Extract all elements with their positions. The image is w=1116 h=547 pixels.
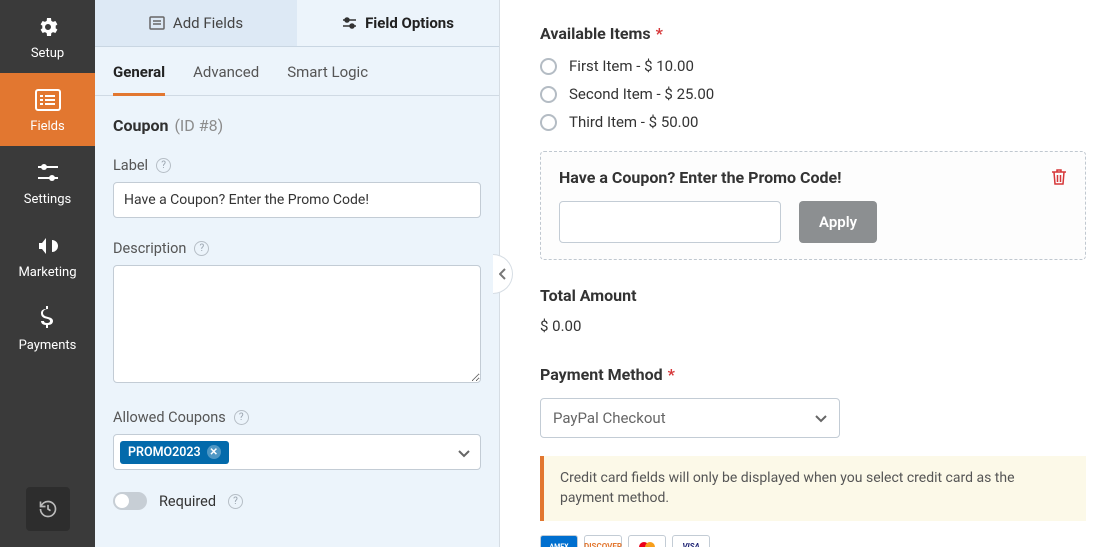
- form-icon: [149, 16, 165, 30]
- bullhorn-icon: [35, 233, 61, 259]
- subtab-smart-logic[interactable]: Smart Logic: [287, 63, 368, 95]
- amex-card-icon: AMEX: [540, 535, 578, 547]
- tab-add-fields[interactable]: Add Fields: [95, 0, 297, 46]
- required-label: Required: [159, 493, 216, 510]
- section-title: Coupon (ID #8): [113, 116, 481, 135]
- discover-card-icon: DISCOVER: [584, 535, 622, 547]
- section-name: Coupon: [113, 116, 168, 135]
- panel-tabs: Add Fields Field Options: [95, 0, 499, 47]
- nav-label: Fields: [30, 119, 64, 134]
- label-input[interactable]: [113, 182, 481, 218]
- help-icon[interactable]: ?: [234, 410, 249, 425]
- item-option[interactable]: Second Item - $ 25.00: [540, 85, 1086, 103]
- nav-payments[interactable]: Payments: [0, 292, 95, 365]
- field-label-row: Description ?: [113, 240, 481, 257]
- visa-card-icon: VISA: [672, 535, 710, 547]
- help-icon[interactable]: ?: [156, 158, 171, 173]
- item-option[interactable]: Third Item - $ 50.00: [540, 113, 1086, 131]
- subtab-advanced[interactable]: Advanced: [193, 63, 259, 95]
- nav-marketing[interactable]: Marketing: [0, 219, 95, 292]
- field-label-row: Label ?: [113, 157, 481, 174]
- available-items-label: Available Items *: [540, 24, 1086, 43]
- tab-label: Field Options: [365, 14, 454, 32]
- required-toggle[interactable]: [113, 492, 147, 510]
- description-group: Description ?: [113, 240, 481, 387]
- dollar-icon: [35, 306, 61, 332]
- allowed-coupons-text: Allowed Coupons: [113, 409, 226, 426]
- chevron-down-icon: [815, 409, 827, 427]
- allowed-coupons-group: Allowed Coupons ? PROMO2023 ✕: [113, 409, 481, 470]
- description-text: Description: [113, 240, 186, 257]
- mastercard-icon: [628, 535, 666, 547]
- apply-button[interactable]: Apply: [799, 201, 877, 243]
- payment-method-label: Payment Method *: [540, 365, 1086, 384]
- item-label: Third Item - $ 50.00: [569, 113, 699, 131]
- required-asterisk: *: [656, 24, 663, 43]
- item-option[interactable]: First Item - $ 10.00: [540, 57, 1086, 75]
- nav-label: Marketing: [18, 265, 76, 280]
- chevron-down-icon: [458, 443, 470, 462]
- sliders-icon: [35, 160, 61, 186]
- required-row: Required ?: [113, 492, 481, 510]
- coupon-tag: PROMO2023 ✕: [120, 441, 229, 464]
- trash-icon[interactable]: [1051, 168, 1067, 190]
- help-icon[interactable]: ?: [194, 241, 209, 256]
- payment-method-select[interactable]: PayPal Checkout: [540, 398, 840, 438]
- label-text: Label: [113, 157, 148, 174]
- select-value: PayPal Checkout: [553, 409, 666, 427]
- nav-setup[interactable]: Setup: [0, 0, 95, 73]
- nav-fields[interactable]: Fields: [0, 73, 95, 146]
- field-label-row: Allowed Coupons ?: [113, 409, 481, 426]
- sliders-small-icon: [342, 16, 357, 30]
- item-label: First Item - $ 10.00: [569, 57, 694, 75]
- coupon-field-preview[interactable]: Have a Coupon? Enter the Promo Code! App…: [540, 151, 1086, 260]
- radio-icon[interactable]: [540, 86, 557, 103]
- tab-field-options[interactable]: Field Options: [297, 0, 499, 46]
- radio-icon[interactable]: [540, 114, 557, 131]
- credit-card-notice: Credit card fields will only be displaye…: [540, 456, 1086, 521]
- radio-icon[interactable]: [540, 58, 557, 75]
- sub-tabs: General Advanced Smart Logic: [95, 47, 499, 96]
- total-section: Total Amount $ 0.00: [540, 286, 1086, 335]
- required-asterisk: *: [668, 365, 675, 384]
- section-id: (ID #8): [174, 116, 223, 135]
- allowed-coupons-select[interactable]: PROMO2023 ✕: [113, 434, 481, 470]
- nav-settings[interactable]: Settings: [0, 146, 95, 219]
- item-label: Second Item - $ 25.00: [569, 85, 714, 103]
- description-input[interactable]: [113, 265, 481, 383]
- field-options-panel: Add Fields Field Options General Advance…: [95, 0, 500, 547]
- coupon-input[interactable]: [559, 201, 781, 243]
- tag-text: PROMO2023: [128, 445, 201, 460]
- list-icon: [35, 87, 61, 113]
- tab-label: Add Fields: [173, 14, 243, 32]
- coupon-row: Apply: [559, 201, 1067, 243]
- subtab-general[interactable]: General: [113, 63, 165, 96]
- label-group: Label ?: [113, 157, 481, 218]
- nav-label: Settings: [24, 192, 71, 207]
- history-button[interactable]: [26, 487, 70, 531]
- total-label: Total Amount: [540, 286, 1086, 305]
- nav-label: Payments: [19, 338, 77, 353]
- gear-icon: [35, 14, 61, 40]
- nav-label: Setup: [31, 46, 64, 61]
- coupon-label: Have a Coupon? Enter the Promo Code!: [559, 168, 1067, 187]
- left-nav: Setup Fields Settings Marketing Payments: [0, 0, 95, 547]
- remove-tag-icon[interactable]: ✕: [207, 445, 221, 459]
- total-value: $ 0.00: [540, 317, 1086, 335]
- card-icons: AMEX DISCOVER VISA: [540, 535, 1086, 547]
- help-icon[interactable]: ?: [228, 494, 243, 509]
- payment-method-section: Payment Method * PayPal Checkout Credit …: [540, 365, 1086, 547]
- panel-body: Coupon (ID #8) Label ? Description ? All…: [95, 96, 499, 547]
- form-preview: Available Items * First Item - $ 10.00 S…: [500, 0, 1116, 547]
